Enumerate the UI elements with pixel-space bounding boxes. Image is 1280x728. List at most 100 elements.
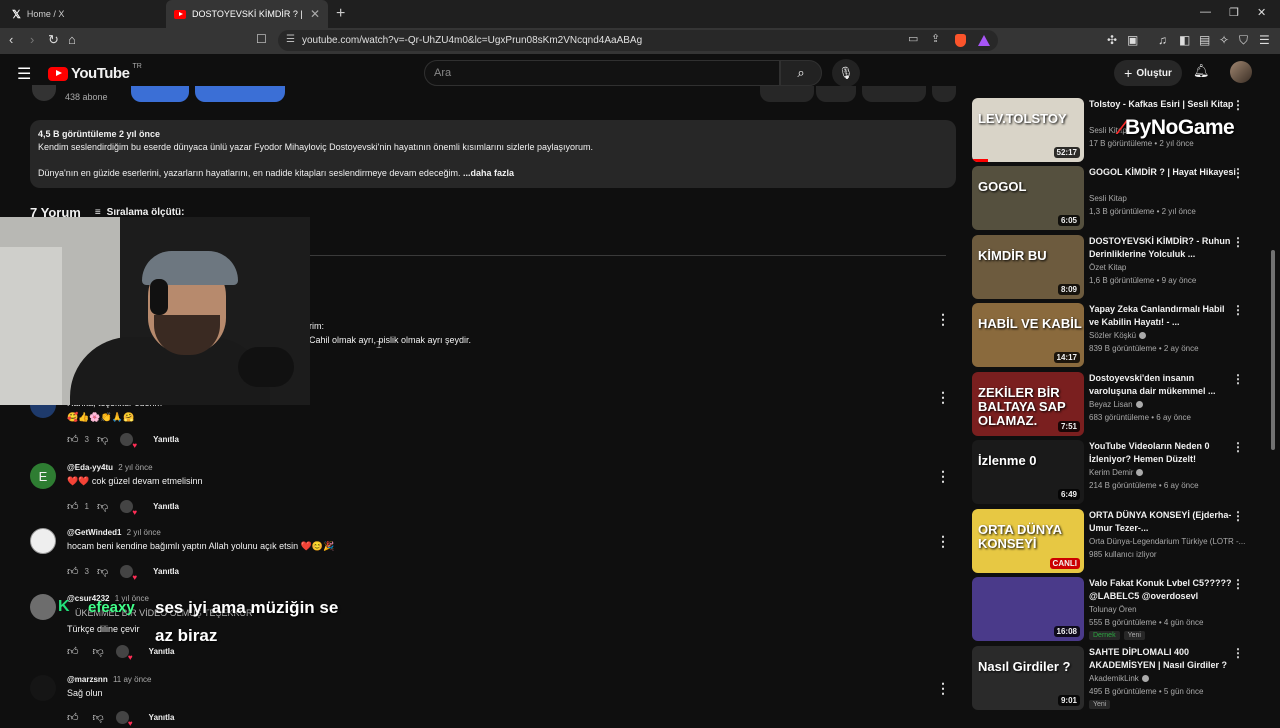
video-title[interactable]: Yapay Zeka Canlandırmalı Habil ve Kabili… bbox=[1089, 303, 1237, 329]
notifications-bell-icon[interactable]: 🔔︎ bbox=[1193, 63, 1210, 79]
home-icon[interactable]: ⌂ bbox=[68, 32, 76, 47]
reply-button[interactable]: Yanıtla bbox=[153, 435, 179, 444]
thumbs-down-icon[interactable]: 👎︎ bbox=[93, 645, 104, 658]
extensions-icon[interactable]: ✣ bbox=[1107, 33, 1117, 47]
video-thumbnail[interactable]: ZEKİLER BİR BALTAYA SAP OLAMAZ. 7:51 bbox=[972, 372, 1084, 436]
thumbs-up-icon[interactable]: 👍︎ bbox=[67, 565, 79, 578]
video-description[interactable]: 4,5 B görüntüleme 2 yıl önce Kendim sesl… bbox=[30, 120, 956, 188]
video-title[interactable]: DOSTOYEVSKİ KİMDİR? - Ruhun Derinlikleri… bbox=[1089, 235, 1237, 261]
video-title[interactable]: SAHTE DİPLOMALI 400 AKADEMİSYEN | Nasıl … bbox=[1089, 646, 1237, 672]
video-more-icon[interactable]: ⋮ bbox=[1232, 440, 1244, 454]
commenter-avatar[interactable] bbox=[30, 594, 56, 620]
thumbs-down-icon[interactable]: 👎︎ bbox=[97, 565, 108, 578]
comment-more-icon[interactable]: ⋮ bbox=[936, 311, 950, 328]
like-button[interactable] bbox=[760, 86, 814, 102]
channel-avatar[interactable] bbox=[32, 85, 56, 101]
comment-time[interactable]: 2 yıl önce bbox=[127, 528, 161, 537]
more-actions-button[interactable] bbox=[932, 86, 956, 102]
video-title[interactable]: Tolstoy - Kafkas Esiri | Sesli Kitap bbox=[1089, 98, 1237, 111]
channel-name[interactable]: AkademikLink bbox=[1089, 674, 1149, 683]
comment-more-icon[interactable]: ⋮ bbox=[936, 533, 950, 550]
comment-author[interactable]: @marzsnn bbox=[67, 675, 108, 684]
video-more-icon[interactable]: ⋮ bbox=[1232, 509, 1244, 523]
menu-icon[interactable]: ☰ bbox=[1259, 33, 1270, 47]
thumbs-up-icon[interactable]: 👍︎ bbox=[67, 645, 79, 658]
back-button[interactable]: ‹ bbox=[9, 32, 13, 47]
account-avatar[interactable] bbox=[1230, 61, 1252, 83]
site-info-icon[interactable]: ☰ bbox=[286, 34, 295, 45]
video-more-icon[interactable]: ⋮ bbox=[1232, 577, 1244, 591]
new-tab-button[interactable]: + bbox=[336, 5, 345, 23]
page-scrollbar[interactable] bbox=[1271, 250, 1275, 450]
sidebar-icon[interactable]: ◧ bbox=[1179, 33, 1190, 47]
channel-name[interactable]: Sesli Kitap bbox=[1089, 194, 1127, 203]
screenshot-icon[interactable]: ▣ bbox=[1127, 33, 1138, 47]
youtube-logo[interactable]: YouTube TR bbox=[48, 63, 142, 82]
reply-button[interactable]: Yanıtla bbox=[153, 502, 179, 511]
video-title[interactable]: ORTA DÜNYA KONSEYİ (Ejderha-Umur Tezer-.… bbox=[1089, 509, 1237, 535]
search-button[interactable]: ⌕ bbox=[780, 60, 822, 86]
thumbs-up-icon[interactable]: 👍︎ bbox=[67, 500, 79, 513]
comment-more-icon[interactable]: ⋮ bbox=[936, 680, 950, 697]
related-video-item[interactable]: 16:08 Valo Fakat Konuk Lvbel C5????? @LAB… bbox=[972, 577, 1272, 641]
video-thumbnail[interactable]: İzlenme 0 6:49 bbox=[972, 440, 1084, 504]
channel-name[interactable]: Tolunay Ören bbox=[1089, 605, 1137, 614]
guide-menu-icon[interactable]: ☰ bbox=[17, 64, 31, 84]
channel-name[interactable]: Beyaz Lisan bbox=[1089, 400, 1143, 409]
subscribe-button[interactable] bbox=[195, 86, 285, 102]
video-thumbnail[interactable]: Nasıl Girdiler ? 9:01 bbox=[972, 646, 1084, 710]
cast-icon[interactable]: ▭ bbox=[908, 32, 918, 45]
voice-search-button[interactable]: 🎙 bbox=[832, 59, 860, 87]
share-button[interactable] bbox=[862, 86, 926, 102]
channel-name[interactable]: Kerim Demir bbox=[1089, 468, 1144, 477]
related-video-item[interactable]: HABİL VE KABİL 14:17 Yapay Zeka Canlandırm… bbox=[972, 303, 1272, 367]
video-more-icon[interactable]: ⋮ bbox=[1232, 166, 1244, 180]
bookmark-icon[interactable]: ☐ bbox=[256, 32, 267, 46]
wallet-icon[interactable]: ▤ bbox=[1199, 33, 1210, 47]
video-more-icon[interactable]: ⋮ bbox=[1232, 646, 1244, 660]
video-title[interactable]: Valo Fakat Konuk Lvbel C5????? @LABELC5 … bbox=[1089, 577, 1237, 603]
thumbs-up-icon[interactable]: 👍︎ bbox=[67, 711, 79, 724]
tab-home-x[interactable]: 𝕏 Home / X bbox=[4, 0, 164, 28]
comment-author[interactable]: @GetWinded1 bbox=[67, 528, 121, 537]
thumbs-down-icon[interactable]: 👎︎ bbox=[97, 433, 108, 446]
address-bar[interactable]: ☰ youtube.com/watch?v=-Qr-UhZU4m0&lc=Ugx… bbox=[278, 30, 998, 51]
channel-name[interactable]: Sözler Köşkü bbox=[1089, 331, 1147, 340]
close-tab-icon[interactable]: ✕ bbox=[310, 7, 320, 21]
comment-time[interactable]: 2 yıl önce bbox=[118, 463, 152, 472]
thumbs-up-icon[interactable]: 👍︎ bbox=[67, 433, 79, 446]
comment-time[interactable]: 11 ay önce bbox=[113, 675, 152, 684]
thumbs-down-icon[interactable]: 👎︎ bbox=[97, 500, 108, 513]
video-title[interactable]: YouTube Videoların Neden 0 İzleniyor? He… bbox=[1089, 440, 1237, 466]
channel-name[interactable]: Orta Dünya-Legendarium Türkiye (LOTR -..… bbox=[1089, 537, 1245, 546]
close-window-button[interactable]: ✕ bbox=[1257, 6, 1266, 19]
minimize-button[interactable]: — bbox=[1200, 6, 1211, 18]
video-thumbnail[interactable]: KİMDİR BU 8:09 bbox=[972, 235, 1084, 299]
restore-button[interactable]: ❐ bbox=[1229, 6, 1239, 19]
comment-more-icon[interactable]: ⋮ bbox=[936, 468, 950, 485]
reload-icon[interactable]: ↻ bbox=[48, 32, 59, 48]
join-button[interactable] bbox=[131, 86, 189, 102]
video-more-icon[interactable]: ⋮ bbox=[1232, 235, 1244, 249]
video-title[interactable]: Dostoyevski'den insanın varoluşuna dair … bbox=[1089, 372, 1237, 398]
related-video-item[interactable]: ORTA DÜNYA KONSEYİ CANLI ORTA DÜNYA KONSEY… bbox=[972, 509, 1272, 573]
brave-shield-icon[interactable] bbox=[955, 34, 966, 47]
related-video-item[interactable]: KİMDİR BU 8:09 DOSTOYEVSKİ KİMDİR? - Ruhun… bbox=[972, 235, 1272, 299]
leo-ai-icon[interactable]: ✧ bbox=[1219, 33, 1229, 47]
comment-more-icon[interactable]: ⋮ bbox=[936, 389, 950, 406]
reply-button[interactable]: Yanıtla bbox=[149, 713, 175, 722]
video-title[interactable]: GOGOL KİMDİR ? | Hayat Hikayesi bbox=[1089, 166, 1237, 179]
video-thumbnail[interactable]: GOGOL 6:05 bbox=[972, 166, 1084, 230]
related-video-item[interactable]: GOGOL 6:05 GOGOL KİMDİR ? | Hayat Hikayesi… bbox=[972, 166, 1272, 230]
video-more-icon[interactable]: ⋮ bbox=[1232, 98, 1244, 112]
share-icon[interactable]: ⇪ bbox=[931, 32, 940, 45]
brave-rewards-icon[interactable] bbox=[978, 35, 990, 46]
reply-button[interactable]: Yanıtla bbox=[153, 567, 179, 576]
forward-button[interactable]: › bbox=[30, 32, 34, 47]
thumbs-down-icon[interactable]: 👎︎ bbox=[93, 711, 104, 724]
video-thumbnail[interactable]: HABİL VE KABİL 14:17 bbox=[972, 303, 1084, 367]
commenter-avatar[interactable] bbox=[30, 675, 56, 701]
dislike-button[interactable] bbox=[816, 86, 856, 102]
search-input[interactable]: Ara bbox=[424, 60, 780, 86]
video-thumbnail[interactable]: LEV.TOLSTOY 52:17 bbox=[972, 98, 1084, 162]
